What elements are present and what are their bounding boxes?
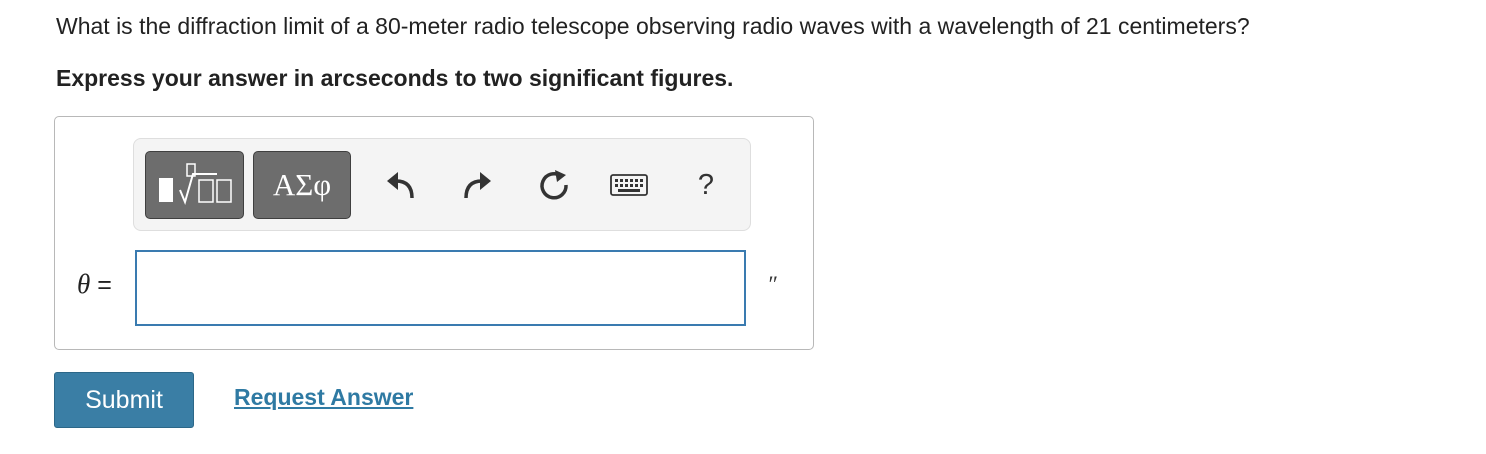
math-toolbar: ΑΣφ ? [133,138,751,231]
submit-button[interactable]: Submit [54,372,194,428]
arcseconds-unit: ″ [767,272,777,297]
reset-icon[interactable] [534,161,574,209]
help-icon[interactable]: ? [686,161,726,209]
answer-input[interactable] [135,250,746,326]
answer-variable-label: θ = [77,269,112,300]
redo-icon[interactable] [457,161,497,209]
question-text: What is the diffraction limit of a 80-me… [56,13,1250,39]
answer-instruction: Express your answer in arcseconds to two… [56,65,734,91]
undo-icon[interactable] [381,161,421,209]
keyboard-icon[interactable] [608,161,650,209]
theta-symbol: θ [77,269,91,299]
request-answer-link[interactable]: Request Answer [234,384,413,411]
answer-panel: ΑΣφ ? θ = ″ [54,116,814,350]
greek-symbols-button[interactable]: ΑΣφ [253,151,351,219]
templates-icon [158,163,232,206]
equals-sign: = [97,271,112,299]
templates-button[interactable] [145,151,244,219]
